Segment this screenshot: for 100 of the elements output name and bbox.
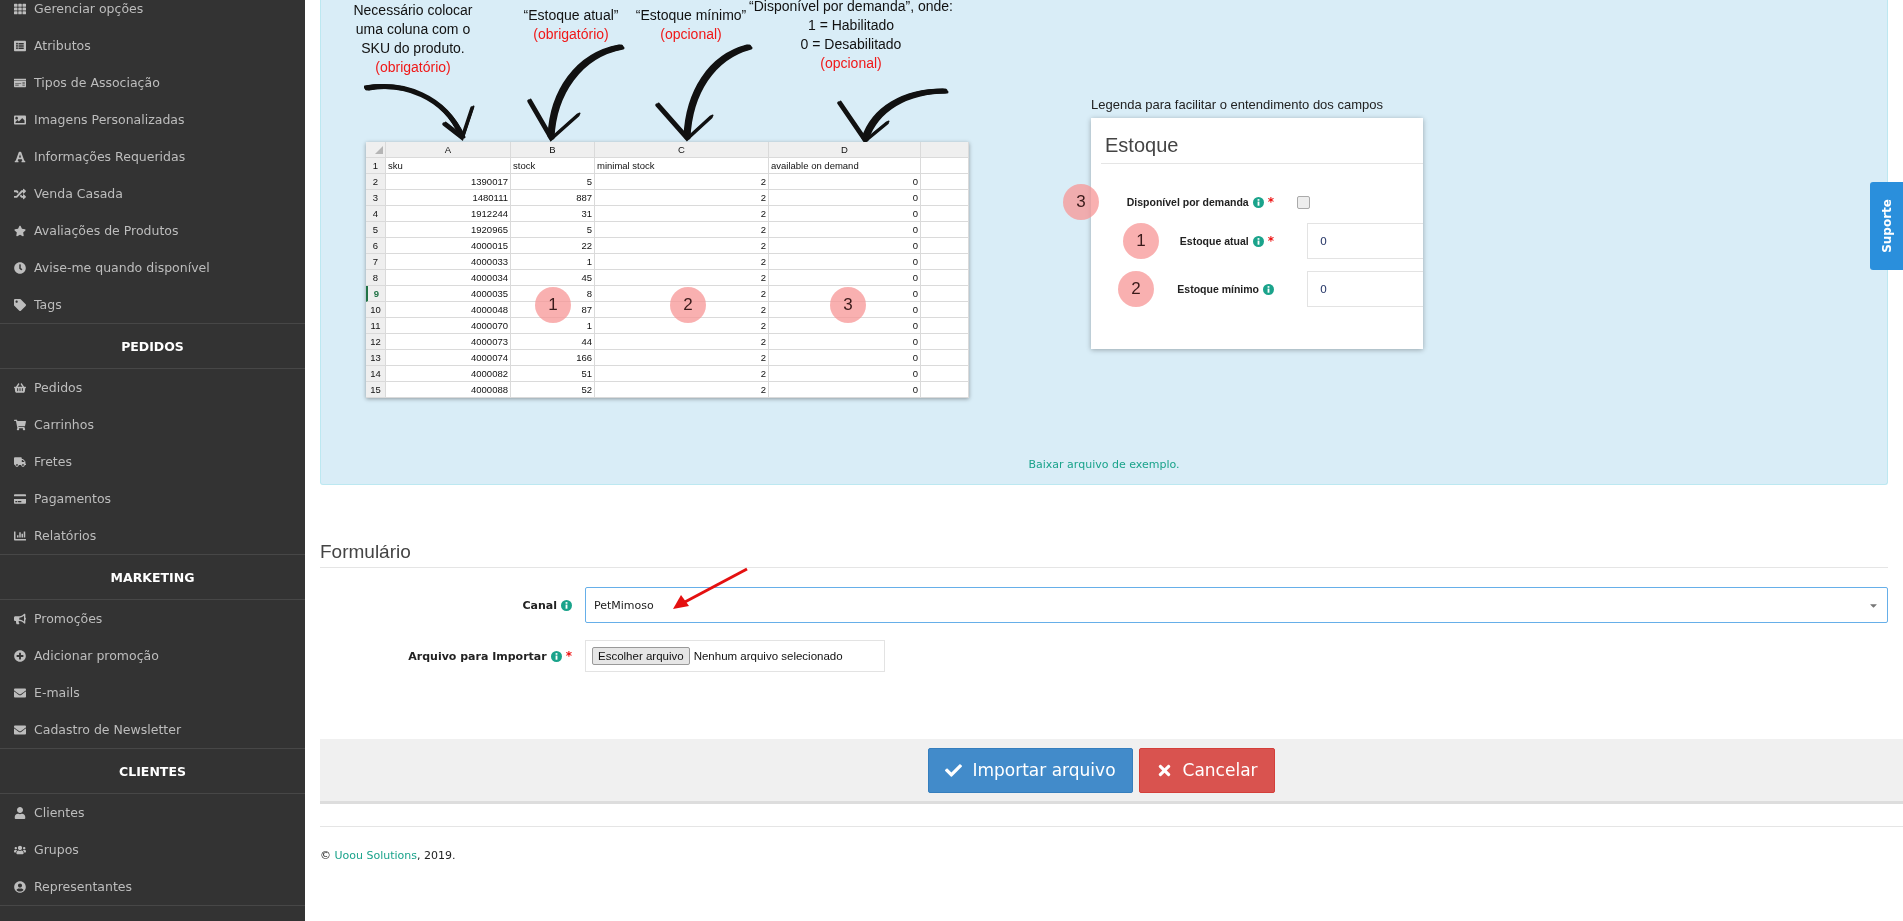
sidebar-item[interactable]: Imagens Personalizadas <box>0 101 305 138</box>
note-text: 1 = Habilitado <box>808 16 894 35</box>
clock-icon <box>14 261 26 274</box>
note-text: Necessário colocar <box>353 1 473 20</box>
table-cell: 0 <box>769 334 921 350</box>
image-icon <box>14 113 26 126</box>
cancel-button[interactable]: Cancelar <box>1138 747 1275 793</box>
table-cell: 1 <box>511 318 595 334</box>
column-header: B <box>511 142 595 158</box>
legend-caption: Legenda para facilitar o entendimento dos campos <box>1091 97 1384 112</box>
table-cell: 2 <box>595 334 769 350</box>
input-field[interactable]: 0 <box>1307 271 1423 307</box>
info-icon <box>550 650 562 662</box>
row-number: 9 <box>366 286 386 302</box>
table-cell: 2 <box>595 366 769 382</box>
table-cell: 2 <box>595 318 769 334</box>
row-number: 6 <box>366 238 386 254</box>
sidebar-item[interactable]: Pagamentos <box>0 480 305 517</box>
section-title: PEDIDOS <box>121 338 184 354</box>
bar-chart-icon <box>14 529 26 542</box>
sidebar-item[interactable]: Cadastro de Newsletter <box>0 711 305 748</box>
row-number: 15 <box>366 382 386 398</box>
input-field[interactable]: 0 <box>1307 223 1423 259</box>
table-cell: 4000082 <box>386 366 511 382</box>
table-cell: 0 <box>769 238 921 254</box>
table-cell: 4000033 <box>386 254 511 270</box>
table-cell: 1912244 <box>386 206 511 222</box>
sidebar-item[interactable]: Gerenciar opções <box>0 0 305 27</box>
column-header <box>921 142 969 158</box>
sidebar-item[interactable]: Tags <box>0 286 305 323</box>
sidebar-item[interactable]: Clientes <box>0 794 305 831</box>
row-number: 3 <box>366 190 386 206</box>
check-icon <box>945 761 963 779</box>
sidebar-item[interactable]: Fretes <box>0 443 305 480</box>
note-text: uma coluna com o <box>355 20 471 39</box>
channel-select[interactable]: PetMimoso <box>585 587 1888 623</box>
table-cell: 2 <box>595 174 769 190</box>
sidebar-item[interactable]: Representantes <box>0 868 305 905</box>
row-number: 12 <box>366 334 386 350</box>
column-header: A <box>386 142 511 158</box>
corner-triangle-icon <box>375 145 383 154</box>
table-cell: 4000015 <box>386 238 511 254</box>
sidebar-item[interactable]: Venda Casada <box>0 175 305 212</box>
table-cell: 4000048 <box>386 302 511 318</box>
table-cell: 4000034 <box>386 270 511 286</box>
table-cell: 0 <box>769 222 921 238</box>
table-cell: 4000070 <box>386 318 511 334</box>
required-mark: * <box>1267 195 1274 209</box>
row-number: 4 <box>366 206 386 222</box>
note-text: SKU do produto. <box>361 39 465 58</box>
note-tag: (opcional) <box>660 25 722 44</box>
grid-icon <box>14 2 26 15</box>
note-text: 0 = Desabilitado <box>800 35 902 54</box>
note-text: “Estoque atual” <box>523 6 619 25</box>
sidebar-item[interactable]: Adicionar promoção <box>0 637 305 674</box>
truck-icon <box>14 455 26 468</box>
table-cell: 44 <box>511 334 595 350</box>
import-button[interactable]: Importar arquivo <box>928 747 1133 793</box>
sidebar-item[interactable]: Promoções <box>0 600 305 637</box>
sidebar-item[interactable]: Carrinhos <box>0 406 305 443</box>
info-icon <box>1252 235 1264 247</box>
user-icon <box>14 806 26 819</box>
row-number: 14 <box>366 366 386 382</box>
field-label: Canal <box>522 598 557 612</box>
table-cell: 51 <box>511 366 595 382</box>
sidebar-item[interactable]: Atributos <box>0 27 305 64</box>
copyright-text: © Uoou Solutions, 2019. <box>320 849 457 862</box>
form-title: Formulário <box>320 541 1888 568</box>
support-tab[interactable]: Suporte <box>1870 182 1903 270</box>
row-number: 10 <box>366 302 386 318</box>
choose-file-button[interactable]: Escolher arquivo <box>592 647 690 665</box>
sidebar-item[interactable]: Avaliações de Produtos <box>0 212 305 249</box>
table-cell: 1 <box>511 254 595 270</box>
note-tag: (obrigatório) <box>533 25 609 44</box>
sidebar-item[interactable]: Pedidos <box>0 369 305 406</box>
sidebar-item[interactable]: Tipos de Associação <box>0 64 305 101</box>
table-cell: 4000088 <box>386 382 511 398</box>
field-label: Disponível por demanda <box>1126 196 1249 208</box>
row-number: 2 <box>366 174 386 190</box>
file-status: Nenhum arquivo selecionado <box>693 650 843 662</box>
number-marker: 3 <box>1063 184 1099 220</box>
credit-card-icon <box>14 492 26 505</box>
table-cell: 1480111 <box>386 190 511 206</box>
sidebar-item[interactable]: Relatórios <box>0 517 305 554</box>
table-cell: stock <box>511 158 595 174</box>
table-cell: available on demand <box>769 158 921 174</box>
row-number: 5 <box>366 222 386 238</box>
sidebar-item[interactable]: Informações Requeridas <box>0 138 305 175</box>
table-cell: 166 <box>511 350 595 366</box>
table-cell: 5 <box>511 174 595 190</box>
checkbox[interactable] <box>1297 195 1310 209</box>
sidebar-item[interactable]: Avise-me quando disponível <box>0 249 305 286</box>
card-icon <box>14 76 26 89</box>
table-cell: 2 <box>595 190 769 206</box>
sidebar-item[interactable]: E-mails <box>0 674 305 711</box>
sidebar-item[interactable]: Grupos <box>0 831 305 868</box>
basket-icon <box>14 381 26 394</box>
row-number: 7 <box>366 254 386 270</box>
table-cell: 45 <box>511 270 595 286</box>
table-cell: minimal stock <box>595 158 769 174</box>
